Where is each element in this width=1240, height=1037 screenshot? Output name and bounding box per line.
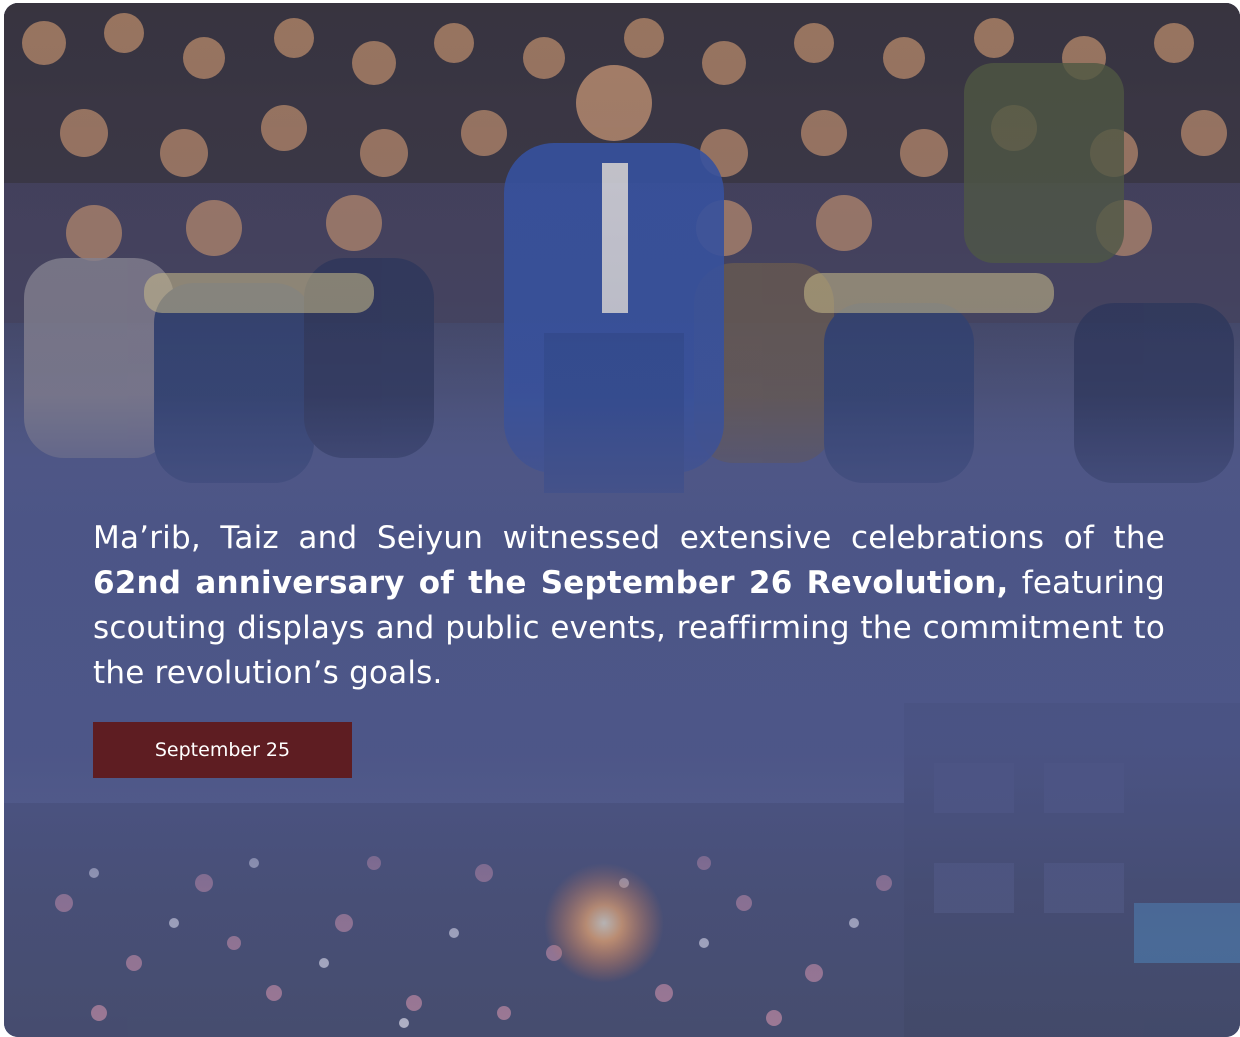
date-badge: September 25 [93,722,352,778]
news-card[interactable]: Ma’rib, Taiz and Seiyun witnessed extens… [4,3,1240,1037]
article-summary: Ma’rib, Taiz and Seiyun witnessed extens… [93,516,1165,696]
summary-highlight: 62nd anniversary of the September 26 Rev… [93,565,1009,601]
summary-intro: Ma’rib, Taiz and Seiyun witnessed extens… [93,520,1165,556]
